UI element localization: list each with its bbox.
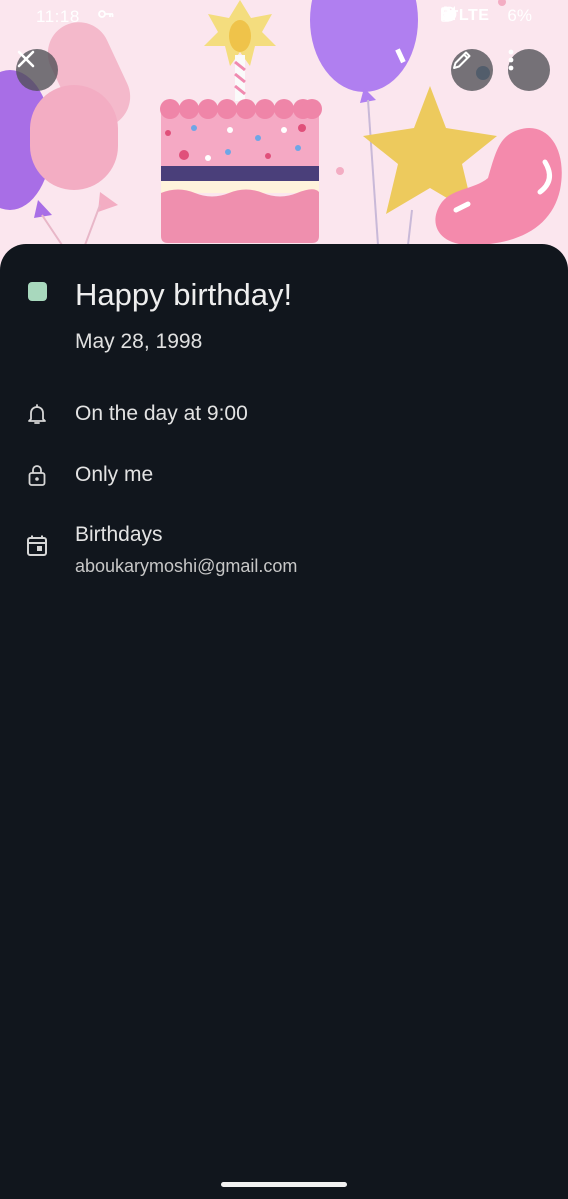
calendar-name: Birthdays xyxy=(75,523,163,546)
status-bar: 11:18 LTE 6% xyxy=(0,0,568,34)
calendar-icon xyxy=(25,533,49,557)
event-color-chip xyxy=(28,282,47,301)
header-illustration: 11:18 LTE 6% xyxy=(0,0,568,270)
reminder-text[interactable]: On the day at 9:00 xyxy=(75,402,248,426)
home-indicator[interactable] xyxy=(221,1182,347,1187)
more-options-button[interactable] xyxy=(508,49,550,91)
close-button[interactable] xyxy=(16,49,58,91)
status-time: 11:18 xyxy=(36,7,80,26)
network-type: LTE xyxy=(458,7,490,24)
event-title: Happy birthday! xyxy=(75,277,293,312)
edit-button[interactable] xyxy=(451,49,493,91)
pink-balloon-2 xyxy=(30,85,118,190)
event-details-sheet: Happy birthday! May 28, 1998 On the day … xyxy=(0,244,568,1199)
event-date: May 28, 1998 xyxy=(75,330,203,353)
lock-icon xyxy=(25,463,49,487)
calendar-account: aboukarymoshi@gmail.com xyxy=(75,556,298,576)
status-icons: LTE 6% xyxy=(440,6,532,26)
visibility-text[interactable]: Only me xyxy=(75,463,153,487)
birthday-illustration xyxy=(0,0,562,246)
battery-percent: 6% xyxy=(507,6,532,25)
birthday-cake xyxy=(160,99,322,243)
bell-icon xyxy=(25,402,49,426)
